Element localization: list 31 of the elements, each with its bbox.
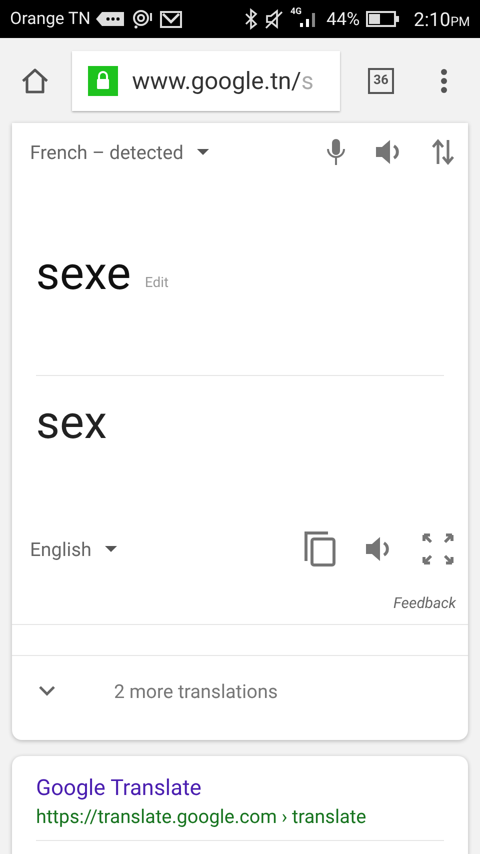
source-text: sexe: [36, 247, 131, 301]
url-text: www.google.tn/s: [132, 66, 314, 94]
target-icon: [132, 8, 154, 30]
feedback-link[interactable]: Feedback: [393, 594, 456, 612]
microphone-icon[interactable]: [326, 137, 346, 167]
result-url: https://translate.google.com › translate: [36, 805, 366, 828]
network-type: 4G: [290, 7, 302, 17]
result-title-link[interactable]: Google Translate: [36, 776, 202, 801]
battery-icon: [366, 10, 400, 28]
source-language-dropdown[interactable]: French – detected: [30, 140, 210, 164]
expand-icon: [38, 685, 56, 697]
home-icon[interactable]: [20, 66, 50, 94]
copy-icon[interactable]: [304, 531, 336, 567]
dropdown-icon: [197, 149, 210, 155]
carrier-name: Orange TN: [10, 9, 90, 29]
message-icon: [96, 10, 126, 28]
clock: 2:10PM: [414, 8, 470, 30]
bluetooth-icon: [244, 8, 258, 30]
translated-text: sex: [35, 395, 108, 452]
lock-icon: [88, 66, 118, 96]
tab-count-button[interactable]: 36: [368, 68, 394, 94]
swap-icon[interactable]: [432, 138, 454, 166]
address-bar[interactable]: www.google.tn/s: [72, 50, 340, 110]
mail-icon: [160, 10, 182, 28]
battery-percent: 44%: [326, 8, 360, 30]
menu-icon[interactable]: [440, 68, 448, 94]
mute-icon: [264, 9, 284, 29]
target-language-dropdown[interactable]: English: [30, 538, 118, 560]
fullscreen-icon[interactable]: [422, 533, 454, 565]
more-translations-button[interactable]: 2 more translations: [12, 656, 468, 726]
dropdown-icon: [105, 546, 118, 552]
